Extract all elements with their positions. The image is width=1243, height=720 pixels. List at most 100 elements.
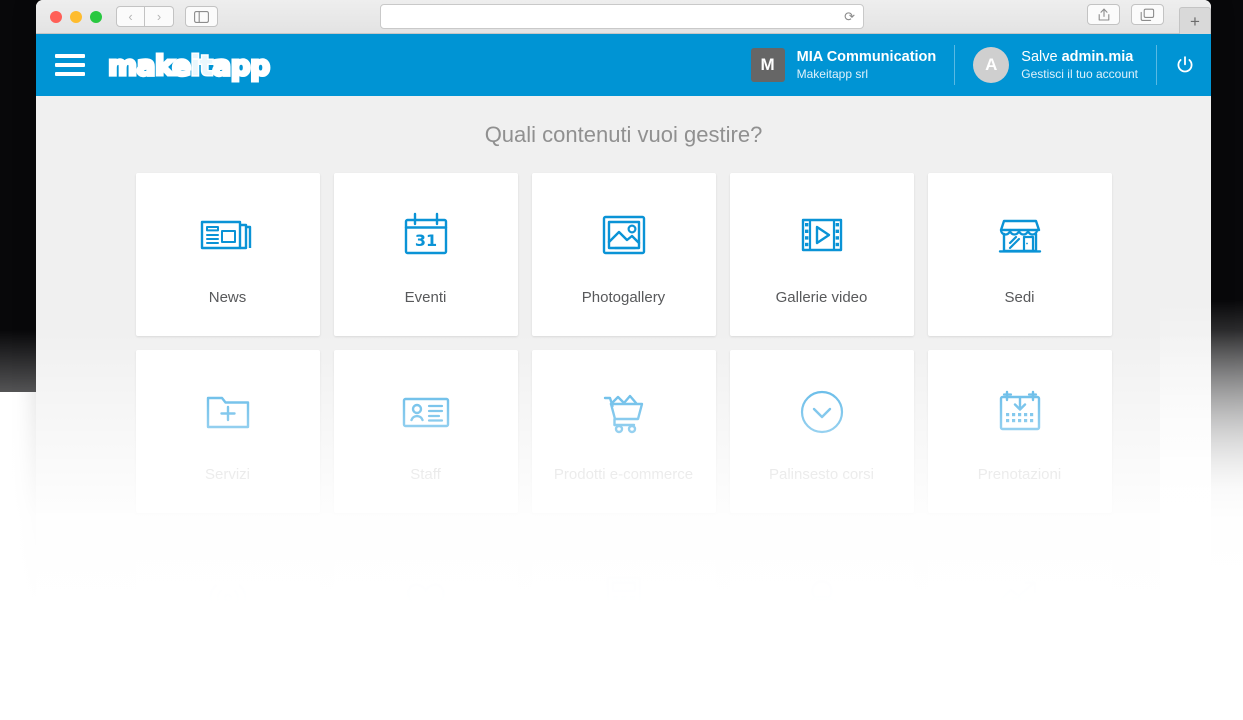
card-icon-wrap [601,566,647,630]
card-photogallery[interactable]: Photogallery [531,173,716,336]
company-avatar: M [750,48,785,82]
card-user-profile[interactable] [729,527,914,690]
greeting-prefix: Salve [1021,49,1062,66]
address-bar[interactable]: ⟳ [380,4,864,29]
card-label: Palinsesto corsi [768,466,875,483]
url-input[interactable] [389,9,832,24]
calendar-day-number: 31 [414,231,436,250]
close-window-button[interactable] [50,10,62,23]
chrome-right-buttons [1087,4,1164,25]
minimize-window-button[interactable] [70,10,82,23]
maximize-window-button[interactable] [90,10,102,23]
logout-button[interactable] [1156,45,1211,85]
calendar-download-icon [999,390,1040,431]
screenshot-stage: ‹ › ⟳ + makeitapp M MIA Communication Ma… [0,0,1243,720]
film-play-icon [801,218,842,252]
card-label: News [208,289,247,306]
card-icon-wrap [199,203,257,267]
new-tab-button[interactable]: + [1179,7,1211,34]
logo-part-it: it [189,47,214,83]
card-beacon[interactable] [135,527,320,690]
card-icon-wrap [203,380,253,444]
beacon-signal-icon [209,584,246,611]
card-icon-wrap [599,203,649,267]
card-calculator[interactable] [531,527,716,690]
browser-titlebar: ‹ › ⟳ + [36,0,1211,34]
card-icon-wrap [202,566,254,630]
page-title: Quali contenuti vuoi gestire? [484,122,763,147]
card-prodotti-ecommerce[interactable]: Prodotti e-commerce [531,350,716,513]
reload-icon[interactable]: ⟳ [844,9,855,25]
card-gallerie-video[interactable]: Gallerie video [729,173,914,336]
card-icon-wrap: 31 [401,203,451,267]
content-type-grid-row-2: Servizi Staff Prodotti e-commerce Palins… [36,350,1211,513]
card-icon-wrap [994,566,1046,630]
card-label: Eventi [404,289,447,306]
tabs-icon [1140,8,1155,21]
show-tabs-button[interactable] [1131,4,1164,25]
user-greeting: Salve admin.mia [1021,48,1138,66]
user-account-menu[interactable]: A Salve admin.mia Gestisci il tuo accoun… [954,45,1156,85]
company-text: MIA Communication Makeitapp srl [797,48,937,81]
card-icon-wrap [994,203,1046,267]
logo-part-app: app [211,47,272,83]
navigation-buttons: ‹ › [116,6,174,27]
card-label: Servizi [204,466,250,483]
share-button[interactable] [1087,4,1120,25]
card-icon-wrap [401,566,451,630]
content-type-grid-row-1: News 31 Eventi Photogallery Gallerie vid… [36,173,1211,336]
sidebar-toggle-button[interactable] [185,6,218,27]
plus-icon: + [1190,11,1200,31]
card-eventi[interactable]: 31 Eventi [333,173,518,336]
card-staff[interactable]: Staff [333,350,518,513]
card-icon-wrap [797,566,847,630]
hamburger-bar [55,63,85,67]
card-label: Photogallery [581,289,666,306]
id-card-icon [402,397,449,428]
content-type-grid-row-3 [36,527,1211,690]
company-name: MIA Communication [796,49,937,66]
sidebar-icon [194,10,209,23]
card-icon-wrap [995,380,1045,444]
image-icon [602,215,645,255]
hamburger-bar [55,54,85,58]
card-palinsesto-corsi[interactable]: Palinsesto corsi [729,350,914,513]
hamburger-bar [55,72,85,76]
user-text: Salve admin.mia Gestisci il tuo account [1021,48,1138,81]
newspaper-icon [200,220,251,250]
content-area: Quali contenuti vuoi gestire? News 31 Ev… [36,96,1211,720]
forward-button[interactable]: › [145,6,174,27]
card-growth-chart[interactable] [927,527,1112,690]
card-news[interactable]: News [135,173,320,336]
backdrop-right [1210,0,1243,720]
calendar-31-icon: 31 [404,212,447,255]
browser-window: ‹ › ⟳ + makeitapp M MIA Communication Ma… [36,0,1211,720]
back-button[interactable]: ‹ [116,6,145,27]
app-logo[interactable]: makeitapp [107,47,272,83]
card-label: Prodotti e-commerce [553,466,694,483]
card-servizi[interactable]: Servizi [135,350,320,513]
card-heart[interactable] [333,527,518,690]
card-icon-wrap [598,380,650,444]
folder-plus-icon [206,396,249,429]
growth-chart-icon [1000,581,1036,616]
card-icon-wrap [400,380,452,444]
chevron-right-icon: › [156,9,162,24]
calculator-icon [606,576,641,619]
power-icon [1177,56,1193,73]
card-label: Sedi [1004,289,1035,306]
company-subtitle: Makeitapp srl [796,66,869,81]
card-icon-wrap [797,203,847,267]
clock-icon [800,390,843,434]
app-header: makeitapp M MIA Communication Makeitapp … [36,34,1211,96]
share-icon [1098,8,1109,21]
greeting-username: admin.mia [1061,49,1134,66]
company-switcher[interactable]: M MIA Communication Makeitapp srl [733,45,955,85]
hamburger-menu-icon[interactable] [55,54,85,76]
card-prenotazioni[interactable]: Prenotazioni [927,350,1112,513]
header-right-cluster: M MIA Communication Makeitapp srl A Salv… [733,34,1211,96]
card-label: Gallerie video [775,289,868,306]
user-subtitle: Gestisci il tuo account [1021,66,1138,81]
logo-part-make: make [107,47,193,83]
card-sedi[interactable]: Sedi [927,173,1112,336]
